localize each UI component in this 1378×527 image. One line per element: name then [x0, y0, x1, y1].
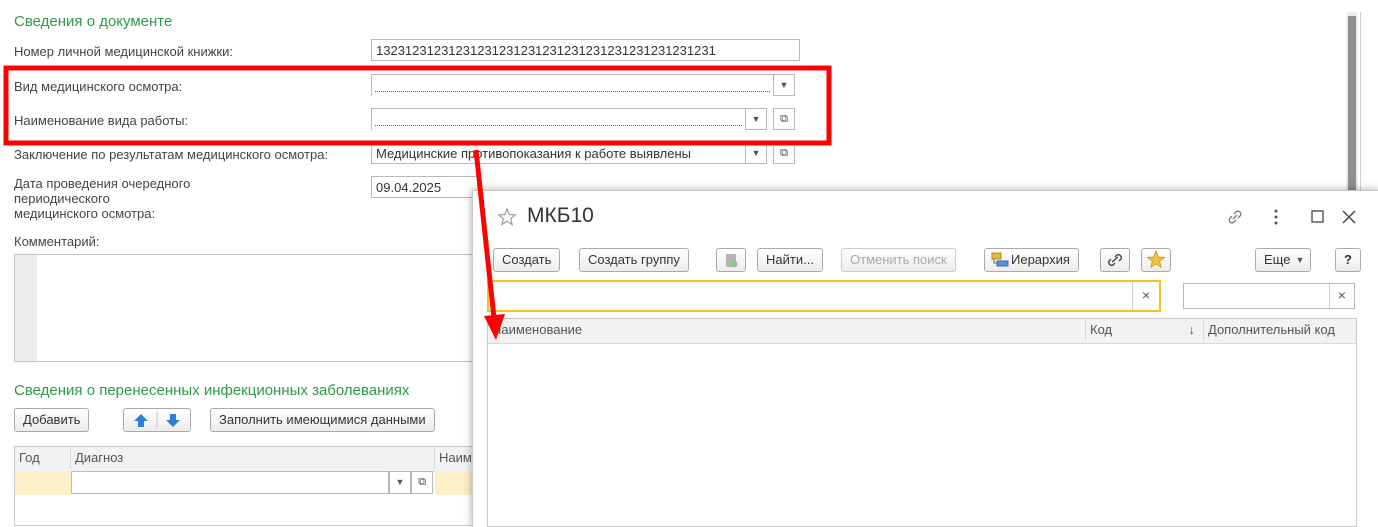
highlight-arrow-line [473, 149, 497, 319]
highlight-rect [3, 65, 832, 146]
annotation-overlay [3, 65, 832, 340]
highlight-arrow-head [484, 314, 505, 340]
